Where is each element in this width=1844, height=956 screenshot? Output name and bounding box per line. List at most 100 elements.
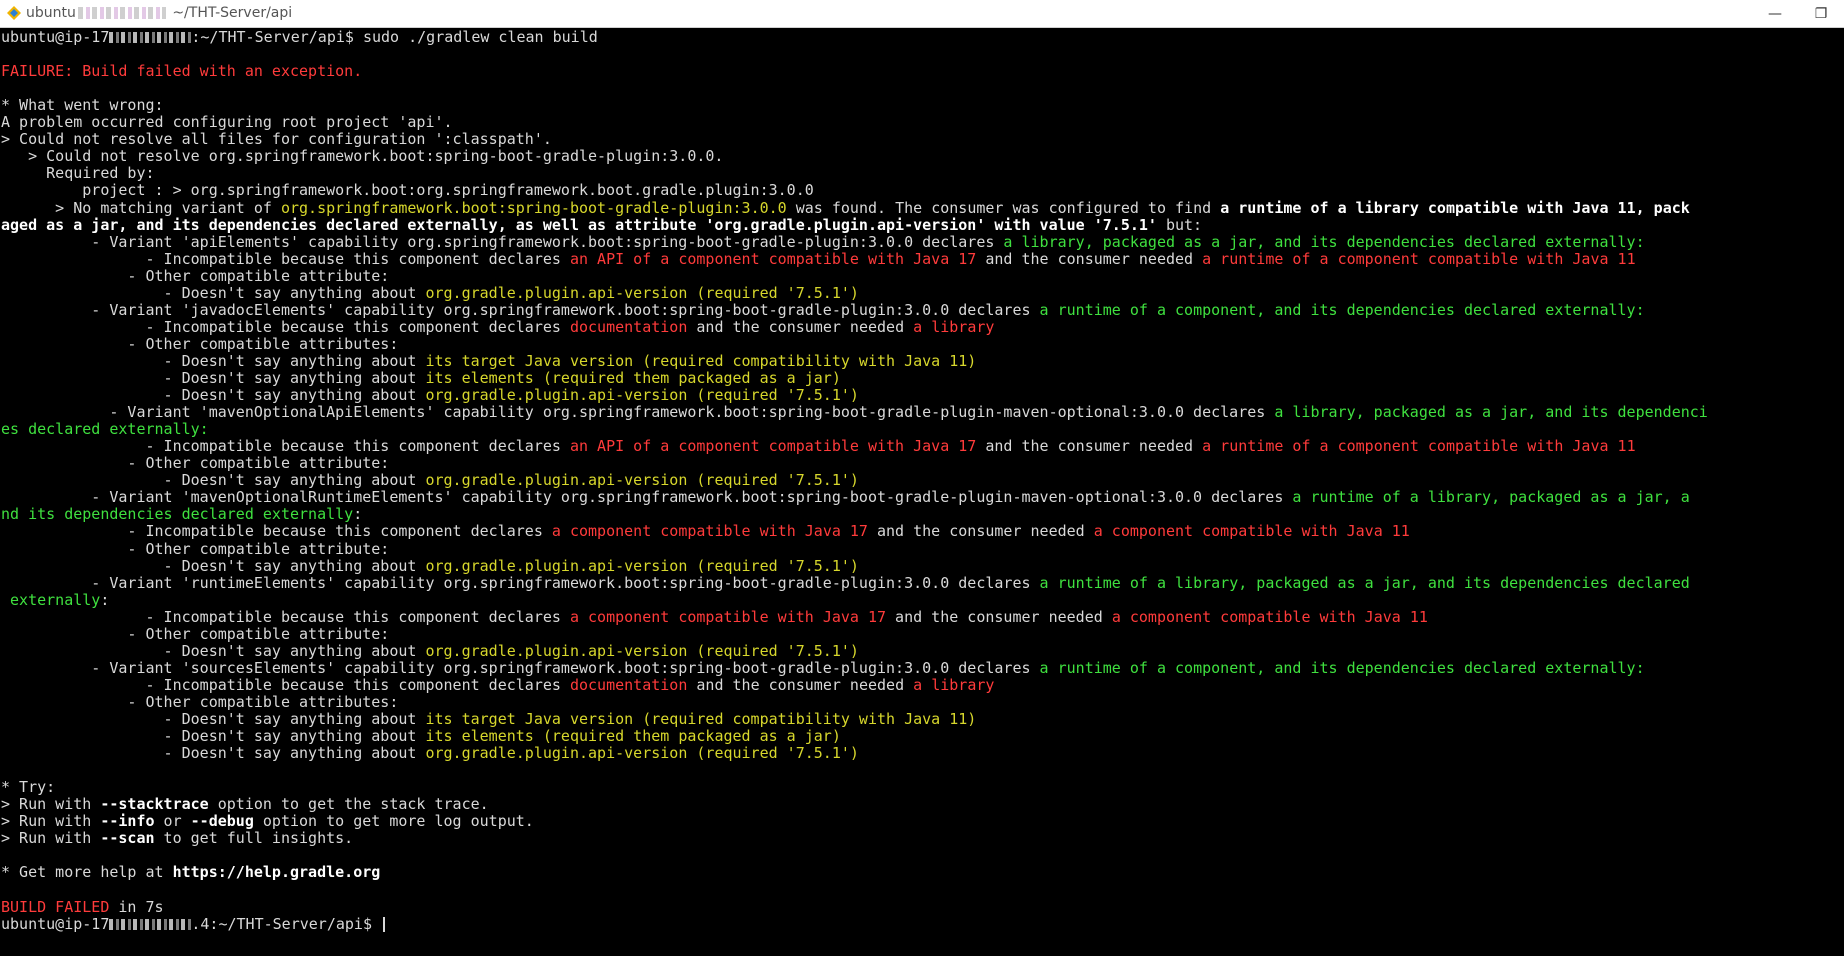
terminal-line: - Doesn't say anything about org.gradle.… bbox=[1, 387, 859, 404]
terminal-text: documentation bbox=[569, 318, 688, 336]
terminal-text: - Incompatible because this component de… bbox=[1, 437, 570, 455]
terminal-text: Required by: bbox=[1, 164, 155, 182]
terminal-line: - Variant 'runtimeElements' capability o… bbox=[1, 575, 1689, 592]
terminal-text: its target Java version (required compat… bbox=[425, 710, 977, 728]
terminal-text: - Doesn't say anything about bbox=[1, 386, 426, 404]
terminal-line: - Doesn't say anything about org.gradle.… bbox=[1, 285, 859, 302]
terminal-text: a runtime of a component, and its depend… bbox=[1039, 301, 1645, 319]
minimize-button[interactable]: — bbox=[1752, 0, 1798, 28]
terminal-text: a runtime of a component compatible with… bbox=[1202, 250, 1636, 268]
terminal-text: es declared externally: bbox=[1, 420, 209, 438]
terminal-text: - Variant 'apiElements' capability org.s… bbox=[1, 233, 1004, 251]
terminal-text: a library bbox=[913, 676, 995, 694]
terminal-text: and the consumer needed bbox=[687, 676, 914, 694]
terminal-text: option to get the stack trace. bbox=[208, 795, 489, 813]
terminal-text: in 7s bbox=[109, 898, 164, 916]
terminal-text: org.gradle.plugin.api-version (required … bbox=[425, 471, 859, 489]
terminal-text: - Incompatible because this component de… bbox=[1, 318, 570, 336]
terminal-text: - Incompatible because this component de… bbox=[1, 522, 552, 540]
maximize-button[interactable]: ❐ bbox=[1798, 0, 1844, 28]
terminal-text: a component compatible with Java 17 bbox=[551, 522, 868, 540]
terminal-text: - Other compatible attributes: bbox=[1, 335, 399, 353]
terminal-text: externally bbox=[1, 591, 101, 609]
terminal-line: - Incompatible because this component de… bbox=[1, 437, 1636, 455]
terminal-line: > Could not resolve org.springframework.… bbox=[1, 148, 723, 165]
terminal-output[interactable]: ubuntu@ip-17:~/THT-Server/api$ sudo ./gr… bbox=[0, 29, 1844, 956]
terminal-text: --stacktrace bbox=[100, 795, 209, 813]
terminal-text: - Doesn't say anything about bbox=[1, 710, 426, 728]
terminal-line: A problem occurred configuring root proj… bbox=[1, 114, 453, 131]
terminal-line: - Doesn't say anything about its element… bbox=[1, 728, 841, 745]
terminal-text: --scan bbox=[100, 829, 155, 847]
redacted-ip bbox=[109, 919, 192, 930]
terminal-line: nd its dependencies declared externally: bbox=[1, 506, 362, 523]
terminal-line: - Variant 'mavenOptionalApiElements' cap… bbox=[1, 403, 1708, 421]
terminal-line: > Run with --info or --debug option to g… bbox=[1, 813, 534, 830]
terminal-text: and the consumer needed bbox=[687, 318, 914, 336]
terminal-text: --info bbox=[100, 812, 155, 830]
terminal-text: - Doesn't say anything about bbox=[1, 744, 426, 762]
terminal-text: org.gradle.plugin.api-version (required … bbox=[425, 386, 859, 404]
terminal-text: org.gradle.plugin.api-version (required … bbox=[425, 284, 859, 302]
terminal-line: - Other compatible attributes: bbox=[1, 694, 398, 711]
terminal-text: FAILURE: Build failed with an exception. bbox=[1, 62, 363, 80]
terminal-line: BUILD FAILED in 7s bbox=[1, 899, 164, 916]
terminal-text: - Other compatible attribute: bbox=[1, 625, 390, 643]
window-controls: — ❐ bbox=[1752, 0, 1844, 28]
terminal-line: * Try: bbox=[1, 779, 55, 796]
terminal-line: - Variant 'apiElements' capability org.s… bbox=[1, 233, 1644, 251]
terminal-line: > Could not resolve all files for config… bbox=[1, 131, 552, 148]
terminal-line: - Doesn't say anything about org.gradle.… bbox=[1, 558, 859, 575]
terminal-text: > Run with bbox=[1, 812, 101, 830]
terminal-line: - Incompatible because this component de… bbox=[1, 677, 994, 694]
terminal-text: - Doesn't say anything about bbox=[1, 284, 426, 302]
terminal-text: a library, packaged as a jar, and its de… bbox=[1274, 403, 1708, 421]
terminal-text: - Other compatible attribute: bbox=[1, 540, 390, 558]
terminal-line: - Other compatible attributes: bbox=[1, 336, 398, 353]
terminal-text: https://help.gradle.org bbox=[172, 863, 381, 881]
terminal-line: * Get more help at https://help.gradle.o… bbox=[1, 864, 380, 881]
terminal-text: - Doesn't say anything about bbox=[1, 642, 426, 660]
terminal-line: - Incompatible because this component de… bbox=[1, 250, 1636, 268]
terminal-line: > No matching variant of org.springframe… bbox=[1, 200, 1690, 217]
terminal-line: - Other compatible attribute: bbox=[1, 455, 389, 472]
terminal-text: and the consumer needed bbox=[976, 437, 1203, 455]
terminal-line: - Doesn't say anything about org.gradle.… bbox=[1, 643, 859, 660]
terminal-text: org.gradle.plugin.api-version (required … bbox=[425, 744, 859, 762]
terminal-text: ubuntu@ip-17 bbox=[1, 29, 110, 46]
terminal-text: and the consumer needed bbox=[867, 522, 1094, 540]
terminal-text: - Other compatible attributes: bbox=[1, 693, 399, 711]
terminal-text: a runtime of a component compatible with… bbox=[1202, 437, 1636, 455]
terminal-text: --debug bbox=[190, 812, 254, 830]
terminal-text: - Doesn't say anything about bbox=[1, 369, 426, 387]
terminal-line: ubuntu@ip-17:~/THT-Server/api$ sudo ./gr… bbox=[1, 29, 598, 46]
terminal-text: > Could not resolve all files for config… bbox=[1, 130, 552, 148]
terminal-text: - Doesn't say anything about bbox=[1, 471, 426, 489]
terminal-text: - Variant 'mavenOptionalApiElements' cap… bbox=[1, 403, 1275, 421]
terminal-text: org.gradle.plugin.api-version (required … bbox=[425, 642, 859, 660]
putty-app-icon bbox=[7, 6, 21, 20]
terminal-text: or bbox=[154, 812, 191, 830]
window-title: ubuntu ~/THT-Server/api bbox=[26, 5, 292, 21]
terminal-line: - Doesn't say anything about its element… bbox=[1, 370, 841, 387]
terminal-text: a library bbox=[913, 318, 995, 336]
terminal-text: and the consumer needed bbox=[976, 250, 1203, 268]
terminal-text: BUILD FAILED bbox=[1, 898, 110, 916]
terminal-line: - Doesn't say anything about org.gradle.… bbox=[1, 745, 859, 762]
terminal-line: - Doesn't say anything about its target … bbox=[1, 352, 977, 370]
terminal-text: but: bbox=[1156, 216, 1203, 234]
terminal-text: - Doesn't say anything about bbox=[1, 352, 426, 370]
terminal-line: ubuntu@ip-17 .4:~/THT-Server/api$ bbox=[1, 915, 386, 933]
window-title-path: ~/THT-Server/api bbox=[167, 5, 293, 21]
terminal-text: > No matching variant of bbox=[1, 199, 281, 217]
terminal-text: org.springframework.boot:spring-boot-gra… bbox=[280, 199, 787, 217]
terminal-line: - Incompatible because this component de… bbox=[1, 608, 1427, 626]
terminal-text: - Other compatible attribute: bbox=[1, 267, 390, 285]
terminal-text: a component compatible with Java 17 bbox=[569, 608, 887, 626]
terminal-text: ubuntu@ip-17 bbox=[1, 915, 110, 933]
terminal-text: - Variant 'mavenOptionalRuntimeElements'… bbox=[1, 488, 1293, 506]
redacted-host bbox=[77, 7, 166, 19]
terminal-line: es declared externally: bbox=[1, 421, 209, 438]
terminal-line: - Other compatible attribute: bbox=[1, 541, 389, 558]
terminal-line: > Run with --stacktrace option to get th… bbox=[1, 796, 489, 813]
